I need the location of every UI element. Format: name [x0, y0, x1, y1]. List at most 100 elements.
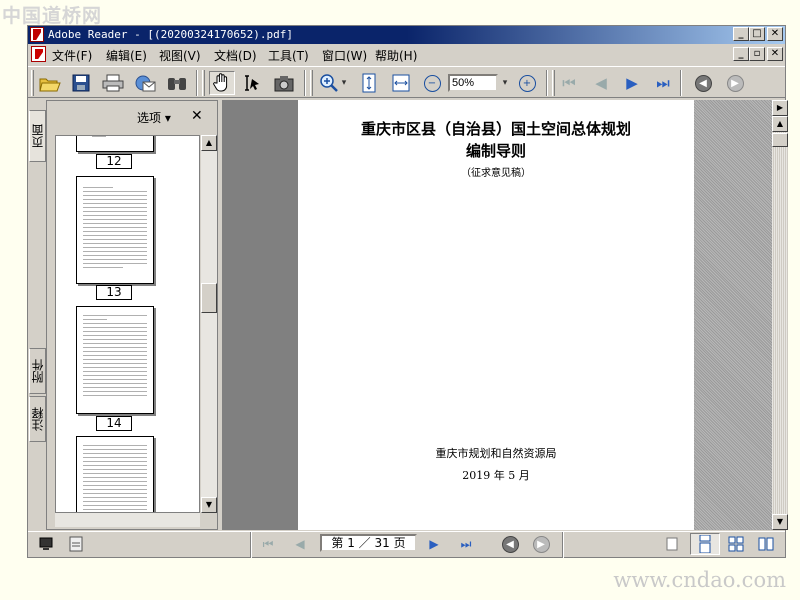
- adobe-reader-window: Adobe Reader - [(20200324170652).pdf] _ …: [27, 25, 788, 558]
- doc-scroll-down-arrow[interactable]: ▼: [772, 514, 788, 530]
- tab-pages[interactable]: 页面: [29, 110, 46, 162]
- thumbnails-horizontal-scrollbar[interactable]: [55, 513, 200, 527]
- toolbar: ▾ − 50% ▾ + ⏮ ◀ ▶ ⏭ ◀ ▶: [28, 66, 785, 98]
- document-properties-icon[interactable]: [66, 535, 86, 553]
- email-icon[interactable]: [132, 71, 158, 95]
- toolbar-grip[interactable]: [202, 70, 205, 96]
- page-thumbnail-14[interactable]: [76, 306, 154, 414]
- thumbnails-vertical-scrollbar[interactable]: ▲ ▼: [201, 135, 217, 513]
- doc-restore-button[interactable]: ▫: [749, 47, 765, 61]
- pdf-page[interactable]: 重庆市区县（自治县）国土空间总体规划 编制导则 （征求意见稿） 重庆市规划和自然…: [298, 100, 694, 530]
- search-binoculars-icon[interactable]: [164, 71, 190, 95]
- document-view[interactable]: 重庆市区县（自治县）国土空间总体规划 编制导则 （征求意见稿） 重庆市规划和自然…: [222, 100, 772, 530]
- page-number-input[interactable]: 第 1 ／ 31 页: [320, 534, 417, 552]
- page-flip-arrow[interactable]: ▶: [772, 100, 788, 116]
- status-last-page-icon[interactable]: ⏭: [456, 535, 476, 553]
- doc-scroll-up-arrow[interactable]: ▲: [772, 116, 788, 132]
- status-go-back-icon[interactable]: ◀: [500, 535, 520, 553]
- doc-minimize-button[interactable]: _: [733, 47, 749, 61]
- navigation-tabs: 页面 附件 注释: [28, 100, 46, 530]
- tab-comments[interactable]: 注释: [29, 396, 46, 442]
- zoom-dropdown-arrow[interactable]: ▾: [499, 71, 511, 95]
- thumbnails-header: 选项 ▾ ✕: [47, 101, 217, 134]
- page-label-14[interactable]: 14: [96, 416, 132, 431]
- save-icon[interactable]: [68, 71, 94, 95]
- document-vertical-scrollbar[interactable]: ▲ ▼: [772, 116, 788, 530]
- maximize-button[interactable]: □: [749, 27, 765, 41]
- thumbnails-close-button[interactable]: ✕: [191, 108, 203, 124]
- thumbnails-panel: 选项 ▾ ✕ 12 13 14 ▲ ▼: [46, 100, 218, 530]
- document-subtitle: （征求意见稿）: [461, 168, 531, 179]
- actual-size-icon[interactable]: [356, 71, 382, 95]
- menu-bar: 文件(F) 编辑(E) 视图(V) 文档(D) 工具(T) 窗口(W) 帮助(H…: [28, 44, 785, 65]
- print-icon[interactable]: [100, 71, 126, 95]
- menu-tools[interactable]: 工具(T): [268, 47, 309, 64]
- doc-scroll-thumb[interactable]: [772, 133, 788, 147]
- open-icon[interactable]: [37, 71, 63, 95]
- toolbar-grip[interactable]: [552, 70, 555, 96]
- page-label-12[interactable]: 12: [96, 154, 132, 169]
- monitor-icon[interactable]: [36, 535, 56, 553]
- toolbar-grip[interactable]: [31, 70, 34, 96]
- page-thumbnail-13[interactable]: [76, 176, 154, 284]
- scroll-up-arrow[interactable]: ▲: [201, 135, 217, 151]
- menu-help[interactable]: 帮助(H): [375, 47, 417, 64]
- status-bar: ⏮ ◀ 第 1 ／ 31 页 ▶ ⏭ ◀ ▶: [28, 531, 785, 558]
- go-forward-icon[interactable]: ▶: [722, 71, 748, 95]
- snapshot-camera-icon[interactable]: [271, 71, 297, 95]
- facing-layout-icon[interactable]: [726, 535, 746, 553]
- next-page-icon[interactable]: ▶: [619, 71, 645, 95]
- doc-close-button[interactable]: ✕: [767, 47, 783, 61]
- zoom-tool-dropdown[interactable]: ▾: [338, 71, 350, 95]
- document-organization: 重庆市规划和自然资源局: [435, 447, 557, 460]
- menu-window[interactable]: 窗口(W): [322, 47, 367, 64]
- document-icon[interactable]: [31, 46, 46, 62]
- toolbar-separator: [680, 70, 682, 96]
- document-title-line2: 编制导则: [465, 142, 526, 160]
- menu-file[interactable]: 文件(F): [52, 47, 92, 64]
- status-previous-page-icon[interactable]: ◀: [290, 535, 310, 553]
- zoom-out-icon[interactable]: −: [419, 71, 445, 95]
- go-back-icon[interactable]: ◀: [690, 71, 716, 95]
- title-bar: Adobe Reader - [(20200324170652).pdf] _ …: [28, 26, 785, 44]
- toolbar-grip[interactable]: [310, 70, 313, 96]
- hand-tool-icon[interactable]: [209, 71, 235, 95]
- document-background-strip: [694, 100, 772, 530]
- status-go-forward-icon[interactable]: ▶: [531, 535, 551, 553]
- previous-page-icon[interactable]: ◀: [588, 71, 614, 95]
- status-separator: [250, 532, 252, 558]
- toolbar-separator: [546, 70, 548, 96]
- page-thumbnail-15[interactable]: [76, 436, 154, 512]
- first-page-icon[interactable]: ⏮: [556, 71, 582, 95]
- select-text-icon[interactable]: [239, 71, 265, 95]
- continuous-facing-layout-icon[interactable]: [756, 535, 776, 553]
- menu-edit[interactable]: 编辑(E): [106, 47, 147, 64]
- zoom-level-input[interactable]: 50%: [448, 74, 498, 92]
- menu-view[interactable]: 视图(V): [159, 47, 201, 64]
- scroll-down-arrow[interactable]: ▼: [201, 497, 217, 513]
- status-first-page-icon[interactable]: ⏮: [258, 535, 278, 553]
- toolbar-separator: [196, 70, 198, 96]
- continuous-layout-icon[interactable]: [690, 533, 720, 555]
- minimize-button[interactable]: _: [733, 27, 749, 41]
- watermark-top-text: 中国道桥网: [2, 5, 103, 27]
- zoom-in-icon[interactable]: +: [514, 71, 540, 95]
- status-separator: [562, 532, 564, 558]
- window-title: Adobe Reader - [(20200324170652).pdf]: [48, 28, 294, 41]
- thumbnails-options-menu[interactable]: 选项 ▾: [137, 109, 171, 126]
- page-thumbnail-12[interactable]: [76, 136, 154, 152]
- fit-width-icon[interactable]: [388, 71, 414, 95]
- last-page-icon[interactable]: ⏭: [650, 71, 676, 95]
- document-title: 重庆市区县（自治县）国土空间总体规划: [360, 120, 631, 138]
- menu-document[interactable]: 文档(D): [214, 47, 257, 64]
- tab-pages-label: 页面: [31, 124, 45, 148]
- close-button[interactable]: ✕: [767, 27, 783, 41]
- status-next-page-icon[interactable]: ▶: [424, 535, 444, 553]
- page-label-13[interactable]: 13: [96, 285, 132, 300]
- scroll-thumb[interactable]: [201, 283, 217, 313]
- top-watermark: 中国道桥网: [0, 0, 800, 27]
- tab-attachments[interactable]: 附件: [29, 348, 46, 394]
- bottom-watermark: www.cndao.com: [0, 558, 800, 600]
- adobe-reader-icon[interactable]: [30, 27, 44, 42]
- single-page-layout-icon[interactable]: [662, 535, 682, 553]
